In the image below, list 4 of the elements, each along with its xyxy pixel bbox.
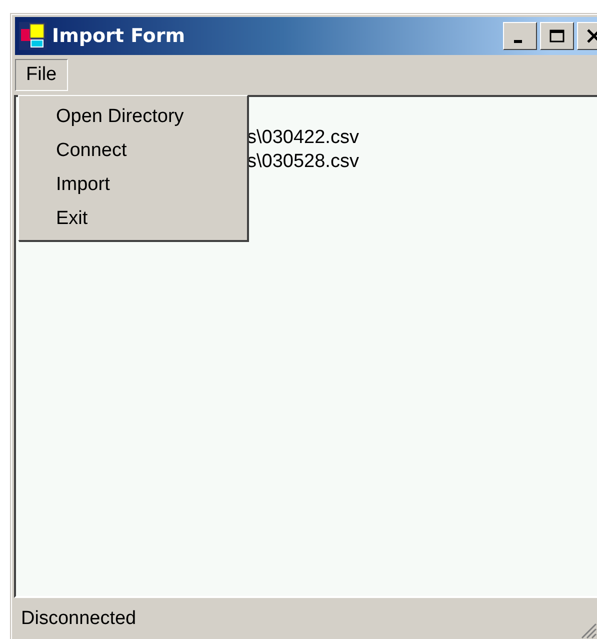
text-line: s\030422.csv <box>247 127 360 149</box>
text-line: s\030528.csv <box>247 151 360 173</box>
window-title: Import Form <box>52 25 186 47</box>
status-text: Disconnected <box>21 608 136 630</box>
